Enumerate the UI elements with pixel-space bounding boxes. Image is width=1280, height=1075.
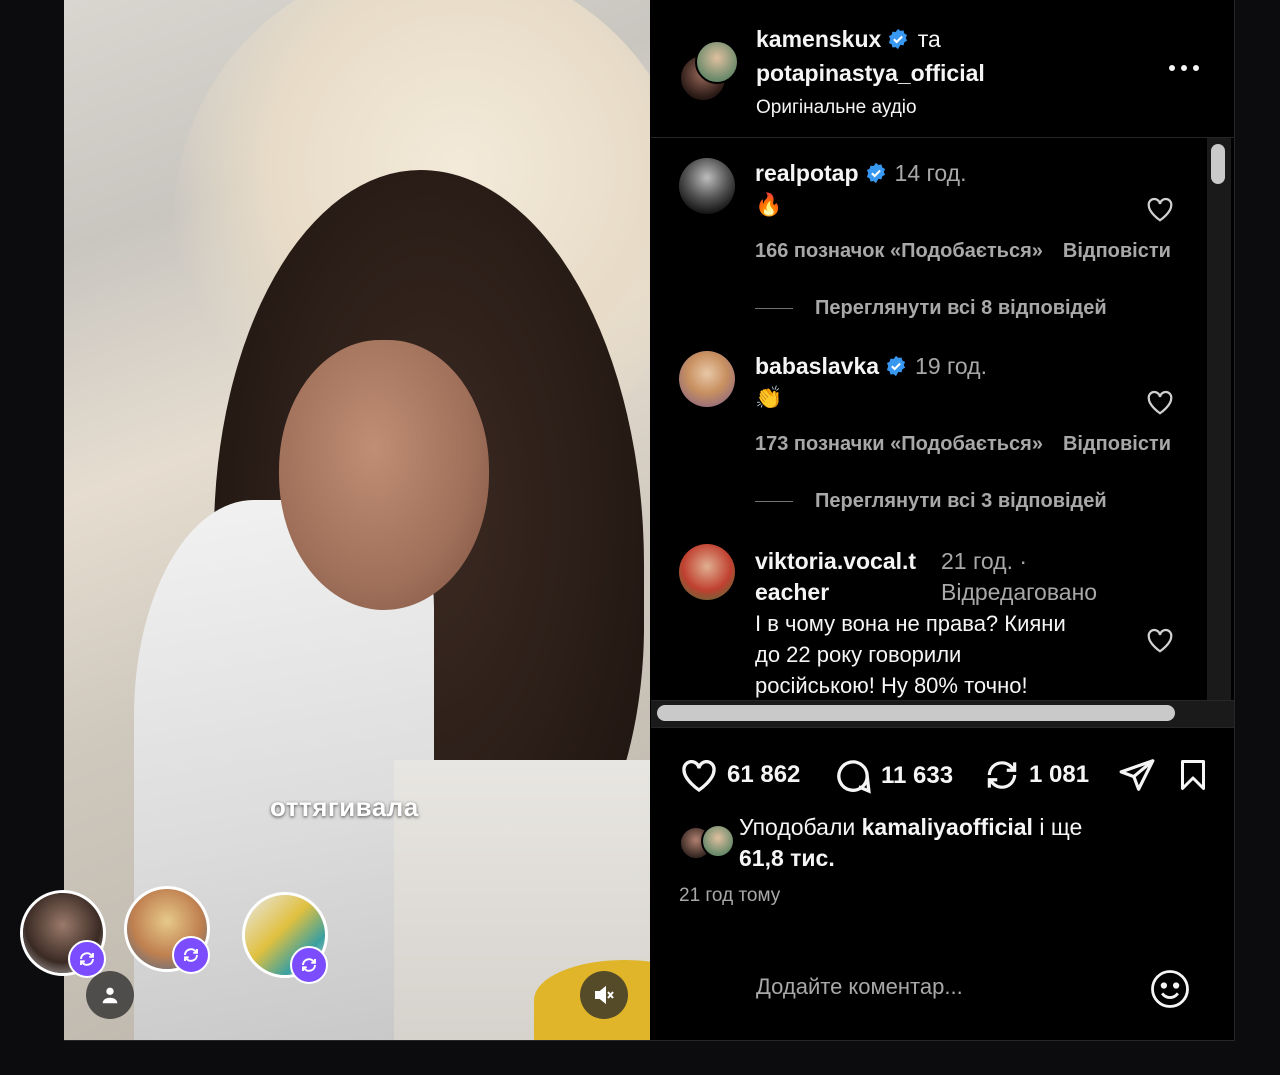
post-header: kamenskux та potapinastya_official Оригі… [651,0,1234,138]
comments-count: 11 633 [881,762,954,789]
add-comment-input[interactable]: Додайте коментар... [756,974,963,1000]
verified-badge-icon [866,162,885,184]
save-button[interactable] [1175,756,1211,794]
reply-button[interactable]: Відповісти [1063,433,1171,455]
verified-badge-icon [886,355,906,377]
post-actions: 61 862 11 633 1 081 Уподобали kamaliyaof… [651,727,1234,1041]
author-username-1[interactable]: kamenskux [756,26,881,52]
comments-list[interactable]: realpotap 14 год. 🔥 166 позначок «Подобає… [651,138,1211,698]
liked-by-username[interactable]: kamaliyaofficial [862,814,1033,840]
comment-time: 21 год. · [941,548,1028,574]
view-replies-button[interactable]: Переглянути всі 8 відповідей [755,297,1107,320]
view-replies-button[interactable]: Переглянути всі 3 відповідей [755,490,1107,513]
verified-badge-icon [889,28,908,50]
comment-username[interactable]: viktoria.vocal.t [755,548,916,574]
like-button[interactable]: 61 862 [679,756,800,794]
audio-label[interactable]: Оригінальне аудіо [756,97,917,118]
comment-username[interactable]: babaslavka [755,353,879,379]
comment-like-icon[interactable] [1145,195,1175,223]
horizontal-scrollbar-thumb[interactable] [657,705,1175,721]
post-timestamp[interactable]: 21 год тому [679,885,780,907]
repost-icon [172,936,210,974]
vertical-scrollbar-track[interactable] [1207,138,1231,700]
liked-by-suffix: і ще [1039,814,1083,840]
emoji-icon [1151,970,1189,1008]
comment-likes-count[interactable]: 173 позначки «Подобається» [755,433,1043,455]
repost-button[interactable]: 1 081 [983,756,1089,794]
more-options-button[interactable] [1166,60,1202,76]
comment-button[interactable]: 11 633 [833,756,953,796]
comment-time: 14 год. [894,160,967,186]
comment-icon [837,760,871,794]
liked-by-prefix: Уподобали [739,814,856,840]
heart-icon [682,759,716,793]
comment-username-cont[interactable]: eacher [755,579,829,605]
comment-text-line-2: до 22 року говорили [755,642,962,667]
bookmark-icon [1181,760,1205,790]
author-avatar-2[interactable] [695,40,739,84]
vertical-scrollbar-thumb[interactable] [1211,144,1225,184]
liked-by-text: Уподобали kamaliyaofficial і ще 61,8 тис… [739,812,1159,874]
comment-like-icon[interactable] [1145,388,1175,416]
comment-item: realpotap 14 год. 🔥 166 позначок «Подобає… [651,138,1211,328]
reposts-count: 1 081 [1029,761,1090,788]
post-panel: kamenskux та potapinastya_official Оригі… [651,0,1234,1040]
emoji-button[interactable] [1149,968,1191,1015]
comment-avatar[interactable] [679,544,735,600]
comment-text: 🔥 [755,192,783,217]
repost-icon [987,761,1017,789]
comment-text-line-3: російською! Ну 80% точно! [755,673,1028,698]
repost-icon [290,946,328,984]
comment-like-icon[interactable] [1145,626,1175,654]
tagged-users-button[interactable] [86,971,134,1019]
comment-item: babaslavka 19 год. 👏 173 позначки «Подоба… [651,331,1211,521]
liked-by-avatar-2[interactable] [701,824,735,858]
video-caption: оттягивала [270,792,419,822]
comment-item: viktoria.vocal.t eacher 21 год. · Відред… [651,524,1211,698]
comment-avatar[interactable] [679,158,735,214]
comment-time: 19 год. [915,353,987,379]
comment-text: 👏 [755,385,783,410]
comment-avatar[interactable] [679,351,735,407]
user-icon [102,987,118,1004]
author-username-2[interactable]: potapinastya_official [756,60,985,86]
mute-button[interactable] [580,971,628,1019]
author-connector: та [917,26,941,52]
reply-button[interactable]: Відповісти [1063,240,1171,262]
more-horizontal-icon [1169,65,1199,71]
likes-count: 61 862 [727,761,801,788]
reel-video[interactable] [64,0,650,1040]
liked-by-count[interactable]: 61,8 тис. [739,845,835,871]
send-icon [1119,759,1155,791]
comment-username[interactable]: realpotap [755,160,859,186]
share-button[interactable] [1117,756,1157,794]
comment-likes-count[interactable]: 166 позначок «Подобається» [755,240,1043,262]
edited-label: Відредаговано [941,579,1098,605]
comment-text-line-1: І в чому вона не права? Кияни [755,611,1066,636]
speaker-muted-icon [595,985,614,1005]
